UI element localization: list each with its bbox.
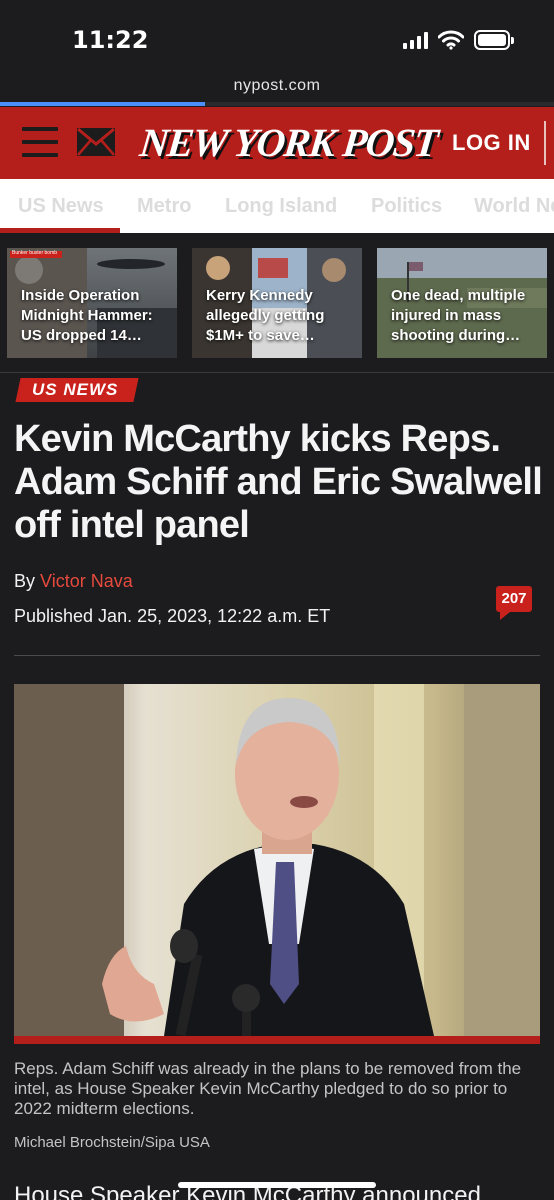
page-load-progress [0, 102, 554, 106]
comment-bubble-icon[interactable]: 207 [496, 586, 532, 620]
envelope-icon[interactable] [76, 127, 116, 157]
story-card-title: One dead, multiple injured in mass shoot… [391, 287, 526, 344]
published-date: Published Jan. 25, 2023, 12:22 a.m. ET [14, 606, 331, 626]
comment-count: 207 [501, 590, 527, 607]
section-badge-label[interactable]: US NEWS [32, 380, 118, 400]
hamburger-icon[interactable] [22, 127, 58, 157]
article-headline: Kevin McCarthy kicks Reps. Adam Schiff a… [14, 418, 543, 546]
story-card[interactable]: Kerry Kennedy allegedly getting $1M+ to … [192, 248, 362, 358]
divider [0, 372, 554, 373]
story-card-title: Inside Operation Midnight Hammer: US dro… [21, 287, 153, 344]
home-indicator[interactable] [178, 1182, 376, 1188]
byline: By Victor Nava [14, 571, 133, 592]
cellular-signal-icon [403, 31, 428, 49]
site-logo[interactable]: NEW YORK POST [138, 119, 440, 166]
status-time: 11:22 [72, 26, 149, 54]
tab-world-news[interactable]: World Ne [474, 195, 554, 218]
thumbnail-tag: Bunker buster bomb [12, 250, 58, 256]
top-stories-carousel: Bunker buster bomb Inside Operation Midn… [0, 248, 554, 358]
article-photo[interactable] [14, 684, 540, 1036]
photo-accent-bar [14, 1036, 540, 1044]
header-divider [544, 121, 546, 165]
story-card[interactable]: Bunker buster bomb Inside Operation Midn… [7, 248, 177, 358]
wifi-icon [438, 30, 464, 50]
story-card[interactable]: One dead, multiple injured in mass shoot… [377, 248, 547, 358]
divider [14, 655, 540, 656]
status-icons [403, 30, 514, 50]
photo-credit: Michael Brochstein/Sipa USA [14, 1134, 210, 1151]
photo-caption: Reps. Adam Schiff was already in the pla… [14, 1059, 522, 1118]
url-text: nypost.com [233, 77, 321, 94]
article-photo-image [14, 684, 540, 1036]
tab-politics[interactable]: Politics [371, 195, 442, 218]
address-bar[interactable]: nypost.com [0, 70, 554, 106]
byline-prefix: By [14, 571, 36, 591]
tab-metro[interactable]: Metro [137, 195, 191, 218]
page-load-progress-fill [0, 102, 205, 106]
status-bar: 11:22 [0, 0, 554, 70]
tab-long-island[interactable]: Long Island [225, 195, 337, 218]
story-card-title: Kerry Kennedy allegedly getting $1M+ to … [206, 287, 325, 344]
tab-us-news[interactable]: US News [18, 195, 104, 218]
active-tab-indicator [0, 228, 120, 233]
site-header: NEW YORK POST LOG IN [0, 107, 554, 179]
login-button[interactable]: LOG IN [452, 130, 531, 156]
author-link[interactable]: Victor Nava [40, 571, 133, 591]
battery-icon [474, 30, 514, 50]
section-nav: US News Metro Long Island Politics World… [0, 179, 554, 233]
